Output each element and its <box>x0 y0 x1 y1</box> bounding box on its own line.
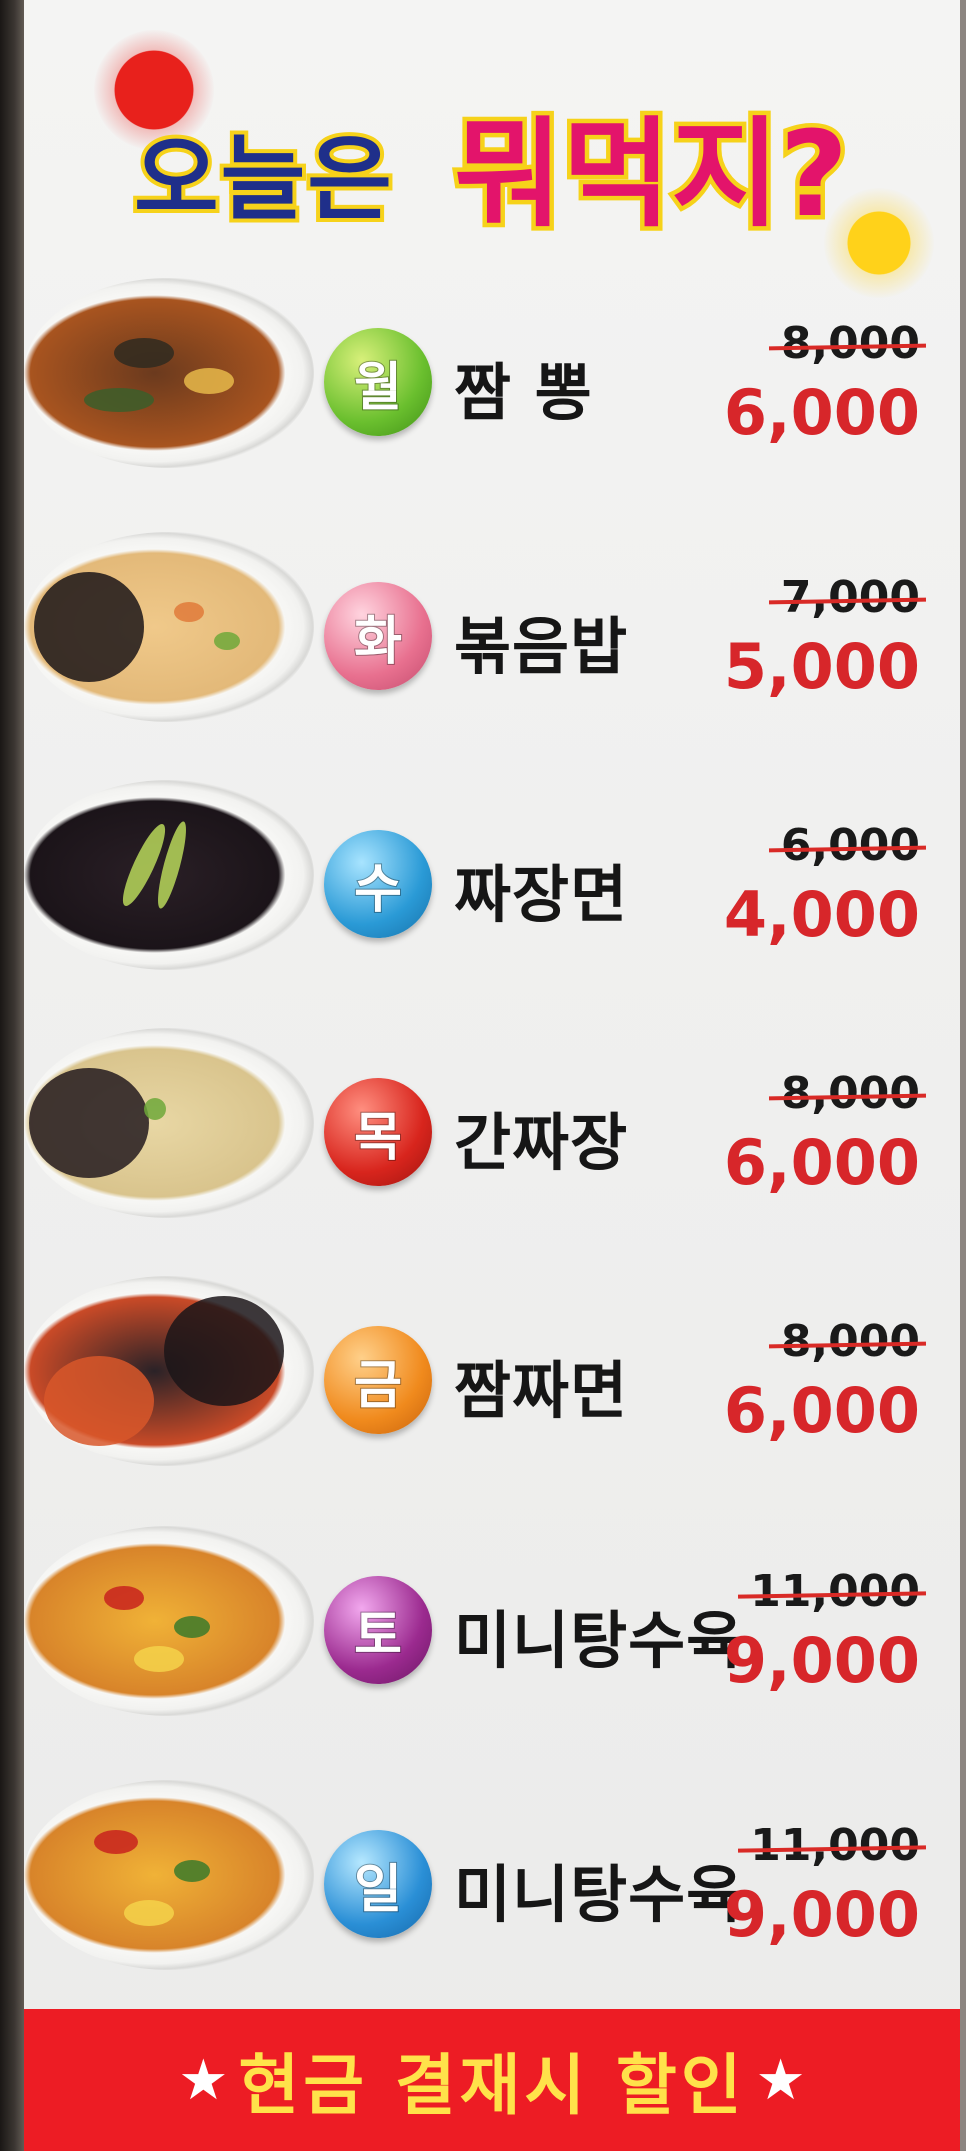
old-price: 8,000 <box>780 1068 920 1119</box>
title-part1: 오늘은 <box>130 122 396 237</box>
day-badge-wed: 수 <box>324 830 432 938</box>
mini-tangsuyuk-image-sat <box>24 1526 314 1716</box>
menu-row-mon: 월 짬 뽕 8,000 6,000 <box>24 258 960 498</box>
old-price: 8,000 <box>780 1316 920 1367</box>
frame-right <box>960 0 966 2151</box>
menu-row-tue: 화 볶음밥 7,000 5,000 <box>24 512 960 752</box>
fried-rice-image <box>24 532 314 722</box>
new-price: 9,000 <box>723 1878 920 1951</box>
menu-poster: 오늘은 뭐먹지? 월 짬 뽕 8,000 6,000 화 볶음밥 7,000 5… <box>24 0 960 2151</box>
jjamjjamyeon-image <box>24 1276 314 1466</box>
star-icon-left: ★ <box>178 2047 229 2113</box>
title-part2: 뭐먹지? <box>449 101 852 248</box>
dish-name: 미니탕수육 <box>454 1604 745 1677</box>
star-icon-right: ★ <box>755 2047 806 2113</box>
poster-title: 오늘은 뭐먹지? <box>114 60 934 250</box>
dish-name: 볶음밥 <box>454 610 629 683</box>
jajangmyeon-image <box>24 780 314 970</box>
old-price: 6,000 <box>780 820 920 871</box>
day-badge-sun: 일 <box>324 1830 432 1938</box>
cash-discount-banner: ★ 현금 결재시 할인 ★ <box>24 2009 960 2151</box>
banner-text: 현금 결재시 할인 <box>238 2047 746 2124</box>
day-badge-thu: 목 <box>324 1078 432 1186</box>
old-price: 11,000 <box>750 1820 920 1871</box>
old-price: 7,000 <box>780 572 920 623</box>
menu-row-wed: 수 짜장면 6,000 4,000 <box>24 760 960 1000</box>
dish-name: 짜장면 <box>454 858 629 931</box>
new-price: 6,000 <box>723 1126 920 1199</box>
new-price: 6,000 <box>723 376 920 449</box>
menu-row-thu: 목 간짜장 8,000 6,000 <box>24 1008 960 1248</box>
ganjjajang-image <box>24 1028 314 1218</box>
old-price: 8,000 <box>780 318 920 369</box>
menu-row-fri: 금 짬짜면 8,000 6,000 <box>24 1256 960 1496</box>
new-price: 6,000 <box>723 1374 920 1447</box>
new-price: 4,000 <box>723 878 920 951</box>
day-badge-mon: 월 <box>324 328 432 436</box>
frame-left <box>0 0 26 2151</box>
old-price: 11,000 <box>750 1566 920 1617</box>
dish-name: 간짜장 <box>454 1106 629 1179</box>
champong-image <box>24 278 314 468</box>
day-badge-sat: 토 <box>324 1576 432 1684</box>
new-price: 5,000 <box>723 630 920 703</box>
day-badge-tue: 화 <box>324 582 432 690</box>
dish-name: 짬 뽕 <box>454 356 593 429</box>
dish-name: 짬짜면 <box>454 1354 629 1427</box>
new-price: 9,000 <box>723 1624 920 1697</box>
dish-name: 미니탕수육 <box>454 1858 745 1931</box>
menu-row-sun: 일 미니탕수육 11,000 9,000 <box>24 1760 960 2000</box>
day-badge-fri: 금 <box>324 1326 432 1434</box>
mini-tangsuyuk-image-sun <box>24 1780 314 1970</box>
menu-row-sat: 토 미니탕수육 11,000 9,000 <box>24 1506 960 1746</box>
